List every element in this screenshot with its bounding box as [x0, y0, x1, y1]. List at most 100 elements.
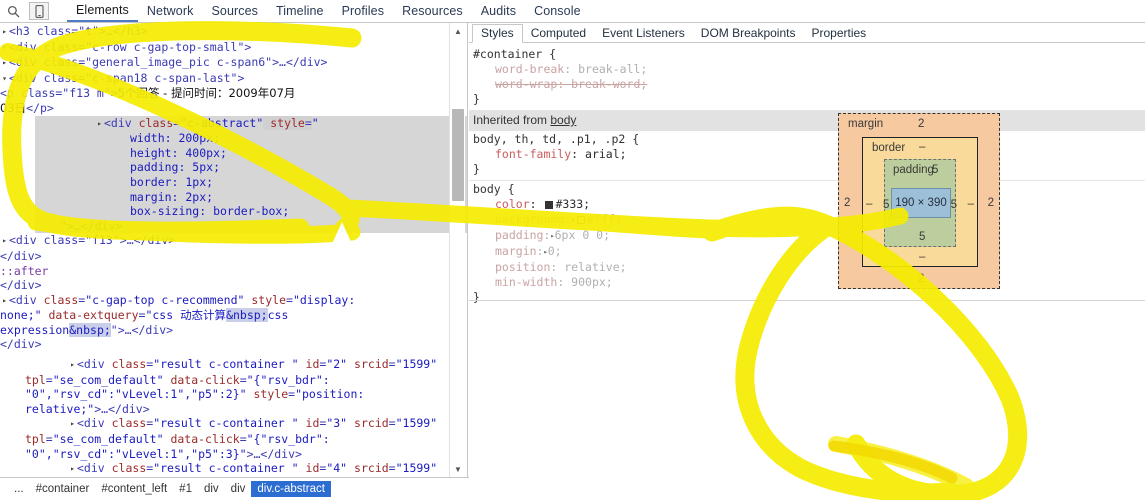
breadcrumb-item-div-2[interactable]: div: [225, 481, 252, 497]
dom-panel-scrollbar[interactable]: ▲ ▼: [449, 23, 465, 477]
margin-label: margin: [848, 118, 884, 130]
collapse-triangle-icon[interactable]: ▾: [0, 72, 9, 87]
style-decl-height: height: 400px;: [130, 145, 227, 160]
box-model-padding[interactable]: padding 5 5 5 5 190 × 390: [883, 159, 957, 247]
dom-node-c-span18[interactable]: ▾ <div class="c-span18 c-span-last">: [0, 71, 467, 87]
style-decl-border: border: 1px;: [130, 174, 214, 189]
styles-tab-bar: Styles Computed Event Listeners DOM Brea…: [469, 23, 1145, 43]
css-decl-word-break[interactable]: word-break: break-all;: [469, 62, 1145, 77]
box-model-border[interactable]: border – – – – padding 5 5 5 5 190 × 390: [862, 137, 978, 267]
tab-timeline[interactable]: Timeline: [267, 2, 333, 21]
tab-styles[interactable]: Styles: [472, 24, 523, 43]
tab-sources[interactable]: Sources: [202, 2, 267, 21]
collapse-triangle-icon[interactable]: ▾: [0, 41, 9, 56]
breadcrumb-item-container[interactable]: #container: [30, 481, 96, 497]
scroll-up-icon[interactable]: ▲: [450, 23, 466, 39]
dom-node-c-row[interactable]: ▾ <div class="c-row c-gap-top-small">: [0, 40, 467, 56]
dom-node-c-abstract-selected[interactable]: ▸ <div class="c-abstract" style=" width: …: [35, 115, 467, 234]
dom-node-close-span18: </div>: [0, 248, 42, 263]
devtools-tab-bar: Elements Network Sources Timeline Profil…: [67, 1, 590, 22]
tab-resources[interactable]: Resources: [393, 2, 472, 21]
border-right-value[interactable]: –: [968, 198, 974, 210]
elements-dom-panel: ▸ <h3 class="t">…</h3> ▾ <div class="c-row…: [0, 23, 468, 477]
css-decl-word-wrap[interactable]: word-wrap: break-word;: [469, 77, 1145, 92]
expand-triangle-icon[interactable]: ▸: [0, 56, 9, 71]
css-rule-body[interactable]: body { color: #333; background:▸ #fff; pa…: [469, 181, 1145, 308]
device-phone-icon[interactable]: [29, 2, 49, 20]
dom-node-general-image-pic[interactable]: ▸ <div class="general_image_pic c-span6">…: [0, 55, 467, 71]
dom-node-after-pseudo[interactable]: ::after: [0, 264, 467, 279]
expand-triangle-icon[interactable]: ▸: [0, 25, 9, 40]
expand-triangle-icon[interactable]: ▸: [95, 117, 104, 132]
tab-elements[interactable]: Elements: [67, 1, 138, 22]
tab-audits[interactable]: Audits: [472, 2, 525, 21]
css-rules-list: #container { word-break: break-all; word…: [469, 43, 1145, 308]
breadcrumb-item-div-c-abstract[interactable]: div.c-abstract: [251, 481, 331, 497]
padding-bottom-value[interactable]: 5: [919, 231, 925, 243]
color-swatch[interactable]: [577, 216, 586, 224]
inherited-body-link[interactable]: body: [550, 113, 576, 127]
devtools-window: Elements Network Sources Timeline Profil…: [0, 0, 1145, 500]
tab-dom-breakpoints[interactable]: DOM Breakpoints: [693, 25, 804, 42]
breadcrumb-item-div[interactable]: div: [198, 481, 225, 497]
expand-triangle-icon[interactable]: ▸: [68, 417, 77, 432]
breadcrumb-item-ellipsis[interactable]: ...: [8, 481, 30, 497]
border-bottom-value[interactable]: –: [919, 251, 925, 263]
breadcrumb-item-content-left[interactable]: #content_left: [95, 481, 173, 497]
padding-label: padding: [893, 164, 934, 176]
border-top-value[interactable]: –: [919, 141, 925, 153]
color-swatch[interactable]: [545, 201, 554, 209]
dom-node-c-recommend[interactable]: ▸ <div class="c-gap-top c-recommend" styl…: [0, 293, 467, 352]
css-rule-container[interactable]: #container { word-break: break-all; word…: [469, 46, 1145, 111]
box-model-content-size[interactable]: 190 × 390: [891, 188, 951, 218]
padding-left-value[interactable]: 5: [883, 199, 889, 211]
box-model-margin[interactable]: margin 2 2 2 2 border – – – – padding 5 …: [838, 113, 1000, 289]
expand-triangle-icon[interactable]: ▸: [68, 462, 77, 477]
padding-right-value[interactable]: 5: [951, 199, 957, 211]
scrollbar-thumb[interactable]: [452, 109, 464, 201]
margin-bottom-value[interactable]: 2: [918, 273, 924, 285]
css-decl-padding[interactable]: padding:▸6px 0 0;: [469, 228, 1145, 244]
border-left-value[interactable]: –: [866, 198, 872, 210]
tab-computed[interactable]: Computed: [523, 25, 594, 42]
search-icon[interactable]: [0, 0, 26, 22]
css-decl-min-width[interactable]: min-width: 900px;: [469, 275, 1145, 290]
css-rule-body-typography[interactable]: body, th, td, .p1, .p2 { font-family: ar…: [469, 131, 1145, 181]
dom-node-close-crow: </div>: [0, 278, 42, 293]
breadcrumb: ... #container #content_left #1 div div …: [0, 477, 469, 500]
dom-node-result-2[interactable]: ▸ <div class="result c-container " id="2"…: [0, 357, 467, 416]
tab-console[interactable]: Console: [525, 2, 590, 21]
tab-network[interactable]: Network: [138, 2, 203, 21]
dom-tree: ▸ <h3 class="t">…</h3> ▾ <div class="c-row…: [0, 23, 467, 477]
dom-node-result-3[interactable]: ▸ <div class="result c-container " id="3"…: [0, 416, 467, 461]
expand-triangle-icon[interactable]: ▸: [0, 234, 9, 249]
css-decl-font-family[interactable]: font-family: arial;: [469, 147, 1145, 162]
tab-profiles[interactable]: Profiles: [333, 2, 393, 21]
dom-node-result-4[interactable]: ▸ <div class="result c-container " id="4"…: [0, 461, 467, 477]
dom-node-f13[interactable]: ▸ <div class="f13">…</div>: [0, 233, 467, 249]
css-decl-margin[interactable]: margin:▸0;: [469, 244, 1145, 260]
devtools-toolbar: Elements Network Sources Timeline Profil…: [0, 0, 1145, 23]
border-label: border: [872, 142, 906, 154]
margin-left-value[interactable]: 2: [844, 197, 850, 209]
styles-divider: [469, 300, 1145, 301]
margin-right-value[interactable]: 2: [988, 197, 994, 209]
css-decl-color[interactable]: color: #333;: [469, 197, 1145, 212]
padding-top-value[interactable]: 5: [932, 164, 938, 176]
tab-event-listeners[interactable]: Event Listeners: [594, 25, 693, 42]
breadcrumb-item-1[interactable]: #1: [173, 481, 198, 497]
expand-shorthand-icon[interactable]: ▸: [571, 213, 575, 228]
dom-node-paragraph[interactable]: <p class="f13 m">5个回答 - 提问时间：2009年07月 03…: [0, 86, 467, 115]
expand-triangle-icon[interactable]: ▸: [68, 358, 77, 373]
css-decl-position[interactable]: position: relative;: [469, 260, 1145, 275]
expand-triangle-icon[interactable]: ▸: [0, 294, 9, 309]
margin-top-value[interactable]: 2: [918, 118, 924, 130]
tab-properties[interactable]: Properties: [803, 25, 874, 42]
styles-sidebar: Styles Computed Event Listeners DOM Brea…: [469, 23, 1145, 500]
style-decl-margin: margin: 2px;: [130, 189, 214, 204]
dom-node-h3[interactable]: ▸ <h3 class="t">…</h3>: [0, 24, 467, 40]
style-decl-width: width: 200px;: [130, 131, 221, 146]
css-decl-background[interactable]: background:▸ #fff;: [469, 212, 1145, 228]
scroll-down-icon[interactable]: ▼: [450, 461, 466, 477]
box-model-diagram: margin 2 2 2 2 border – – – – padding 5 …: [838, 113, 1000, 289]
